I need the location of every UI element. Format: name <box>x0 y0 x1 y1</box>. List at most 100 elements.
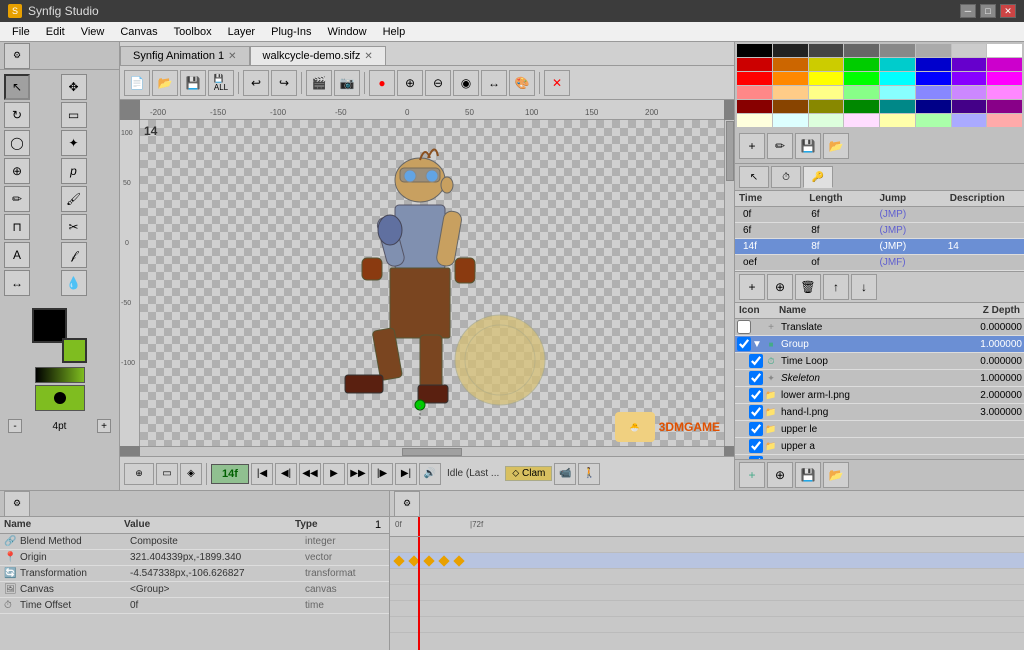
layer-up-btn[interactable]: ↑ <box>823 274 849 300</box>
palette-cell[interactable] <box>773 114 808 127</box>
layer-skeleton-check[interactable] <box>749 371 763 385</box>
waypoint-diamond-4[interactable] <box>453 555 464 566</box>
tool-rectangle[interactable]: ▭ <box>61 102 87 128</box>
tool-rotate[interactable]: ↻ <box>4 102 30 128</box>
palette-cell[interactable] <box>916 114 951 127</box>
layer-hand-l[interactable]: 📁 hand-l.png 3.000000 <box>735 404 1024 421</box>
palette-cell[interactable] <box>773 86 808 99</box>
play-btn[interactable]: ▶ <box>323 463 345 485</box>
layer-timeloop-check[interactable] <box>749 354 763 368</box>
tool-text[interactable]: A <box>4 242 30 268</box>
canvas-scrollbar-v[interactable] <box>724 120 734 446</box>
wt-jump-2[interactable]: (JMP) <box>880 241 948 252</box>
close-button[interactable]: ✕ <box>1000 4 1016 18</box>
layer-dup-btn[interactable]: ⊕ <box>767 274 793 300</box>
palette-cell[interactable] <box>952 58 987 71</box>
person-btn[interactable]: 🚶 <box>578 463 600 485</box>
layer-upper-le[interactable]: 📁 upper le <box>735 421 1024 438</box>
prop-canvas[interactable]: 🖼 Canvas <Group> canvas <box>0 582 389 598</box>
tool-path[interactable]: p <box>61 158 87 184</box>
wt-jump-0[interactable]: (JMP) <box>880 209 948 220</box>
zoom-in-btn[interactable]: ⊕ <box>397 70 423 96</box>
palette-cell[interactable] <box>773 100 808 113</box>
tool-feather[interactable]: 𝒻 <box>61 242 87 268</box>
palette-cell[interactable] <box>737 72 772 85</box>
tool-pencil[interactable]: ✏ <box>4 186 30 212</box>
sound-btn[interactable]: 🔊 <box>419 463 441 485</box>
canvas-scrollbar-h[interactable] <box>140 446 724 456</box>
palette-cell[interactable] <box>809 86 844 99</box>
waypoint-row-1[interactable]: 6f 8f (JMP) <box>735 223 1024 239</box>
tool-pointer[interactable]: ↖ <box>4 74 30 100</box>
palette-save-btn[interactable]: 💾 <box>795 133 821 159</box>
palette-cell[interactable] <box>880 114 915 127</box>
background-color[interactable] <box>62 338 87 363</box>
waypoint-row-3[interactable]: oef of (JMF) <box>735 255 1024 271</box>
zoom-center-btn[interactable]: ↔ <box>481 70 507 96</box>
next-frame-btn[interactable]: ▶▶ <box>347 463 369 485</box>
window-controls[interactable]: ─ □ ✕ <box>960 4 1016 18</box>
palette-cell[interactable] <box>952 44 987 57</box>
restore-button[interactable]: □ <box>980 4 996 18</box>
palette-cell[interactable] <box>809 72 844 85</box>
layer-anim-save-btn[interactable]: 💾 <box>795 462 821 488</box>
waypoint-tab-keyframe[interactable]: 🔑 <box>803 166 833 188</box>
menu-view[interactable]: View <box>73 24 113 40</box>
waypoint-tab-time[interactable]: ⏱ <box>771 166 801 188</box>
palette-cell[interactable] <box>987 100 1022 113</box>
layer-group-check[interactable] <box>737 337 751 351</box>
undo-btn[interactable]: ↩ <box>243 70 269 96</box>
waypoint-row-0[interactable]: 0f 6f (JMP) <box>735 207 1024 223</box>
palette-cell[interactable] <box>880 100 915 113</box>
palette-cell[interactable] <box>773 44 808 57</box>
palette-cell[interactable] <box>952 100 987 113</box>
menu-edit[interactable]: Edit <box>38 24 73 40</box>
palette-cell[interactable] <box>952 114 987 127</box>
palette-cell[interactable] <box>737 100 772 113</box>
canvas-content[interactable]: 14 <box>140 120 724 446</box>
current-frame-input[interactable] <box>211 464 249 484</box>
open-btn[interactable]: 📂 <box>152 70 178 96</box>
close-canvas-btn[interactable]: ✕ <box>544 70 570 96</box>
layer-upper-a-check[interactable] <box>749 439 763 453</box>
palette-cell[interactable] <box>987 58 1022 71</box>
timeline-settings-btn[interactable]: ⚙ <box>394 491 420 517</box>
palette-cell[interactable] <box>809 114 844 127</box>
next-keyframe-btn[interactable]: |▶ <box>371 463 393 485</box>
tool-star[interactable]: ✦ <box>61 130 87 156</box>
layer-anim-load-btn[interactable]: 📂 <box>823 462 849 488</box>
palette-cell[interactable] <box>844 44 879 57</box>
palette-cell[interactable] <box>737 44 772 57</box>
aspect-btn[interactable]: ▭ <box>156 463 178 485</box>
palette-cell[interactable] <box>880 44 915 57</box>
layer-timeloop[interactable]: ⏱ Time Loop 0.000000 <box>735 353 1024 370</box>
palette-cell[interactable] <box>809 58 844 71</box>
zoom-display-btn[interactable]: ⊕ <box>124 463 154 485</box>
palette-cell[interactable] <box>916 100 951 113</box>
tab-walkcycle[interactable]: walkcycle-demo.sifz ✕ <box>250 46 386 65</box>
menu-canvas[interactable]: Canvas <box>112 24 165 40</box>
save-btn[interactable]: 💾 <box>180 70 206 96</box>
palette-cell[interactable] <box>844 114 879 127</box>
layer-skeleton[interactable]: ✦ Skeleton 1.000000 <box>735 370 1024 387</box>
prev-keyframe-btn[interactable]: ◀| <box>275 463 297 485</box>
palette-cell[interactable] <box>880 58 915 71</box>
tab-animation1[interactable]: Synfig Animation 1 ✕ <box>120 46 250 65</box>
tab-animation1-close[interactable]: ✕ <box>228 51 236 62</box>
palette-cell[interactable] <box>809 44 844 57</box>
palette-cell[interactable] <box>737 86 772 99</box>
prop-time-offset[interactable]: ⏱ Time Offset 0f time <box>0 598 389 614</box>
layer-group[interactable]: ▼ ■ Group 1.000000 <box>735 336 1024 353</box>
gradient-preview[interactable] <box>35 367 85 383</box>
palette-cell[interactable] <box>952 72 987 85</box>
prop-origin[interactable]: 📍 Origin 321.404339px,-1899.340 vector <box>0 550 389 566</box>
size-increase[interactable]: + <box>97 419 111 433</box>
size-decrease[interactable]: - <box>8 419 22 433</box>
menu-toolbox[interactable]: Toolbox <box>166 24 220 40</box>
tool-brush[interactable]: 🖌 <box>61 186 87 212</box>
minimize-button[interactable]: ─ <box>960 4 976 18</box>
palette-load-btn[interactable]: 📂 <box>823 133 849 159</box>
tool-circle[interactable]: ◯ <box>4 130 30 156</box>
layer-translate-check[interactable] <box>737 320 751 334</box>
preview-btn[interactable]: 📷 <box>334 70 360 96</box>
